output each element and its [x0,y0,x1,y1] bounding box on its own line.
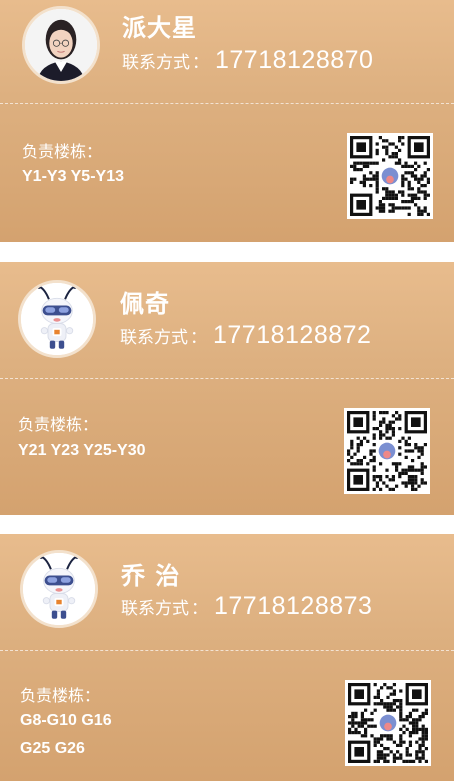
dashed-divider [0,103,454,104]
buildings-value: Y21 Y23 Y25-Y30 [18,442,146,459]
contact-card: 派大星 联系方式 ： 17718128870 负责楼栋： Y1-Y3 Y5-Y1… [0,0,454,242]
avatar [22,6,100,84]
qr-code[interactable] [345,680,431,766]
dashed-divider [0,650,454,651]
qr-code[interactable] [347,133,433,219]
contact-colon: ： [192,53,209,73]
contact-row: 联系方式 ： 17718128870 [122,46,373,75]
phone-number[interactable]: 17718128872 [213,321,371,350]
dashed-divider [0,378,454,379]
buildings-value: G25 G26 [20,740,85,757]
buildings-label: 负责楼栋： [18,415,99,434]
phone-number[interactable]: 17718128870 [215,46,373,75]
contact-colon: ： [191,599,208,619]
contact-label: 联系方式 [121,599,189,619]
mascot-icon [21,283,93,355]
contact-name: 佩奇 [120,290,170,318]
contact-card: 佩奇 联系方式 ： 17718128872 负责楼栋： Y21 Y23 Y25-… [0,262,454,515]
qr-code[interactable] [344,408,430,494]
contact-row: 联系方式 ： 17718128873 [121,592,372,621]
mascot-icon [23,553,95,625]
contact-name: 派大星 [122,14,197,42]
person-photo [25,9,97,81]
contact-label: 联系方式 [120,328,188,348]
buildings-label: 负责楼栋： [22,142,103,161]
contact-name: 乔 治 [121,562,181,590]
phone-number[interactable]: 17718128873 [214,592,372,621]
contact-label: 联系方式 [122,53,190,73]
buildings-label: 负责楼栋： [20,686,101,705]
contact-card: 乔 治 联系方式 ： 17718128873 负责楼栋： G8-G10 G16 … [0,534,454,781]
buildings-value: G8-G10 G16 [20,712,112,729]
qr-code-icon [347,411,427,491]
avatar [18,280,96,358]
avatar [20,550,98,628]
contact-colon: ： [190,328,207,348]
buildings-value: Y1-Y3 Y5-Y13 [22,168,124,185]
qr-code-icon [350,136,430,216]
qr-code-icon [348,683,428,763]
contact-row: 联系方式 ： 17718128872 [120,321,371,350]
